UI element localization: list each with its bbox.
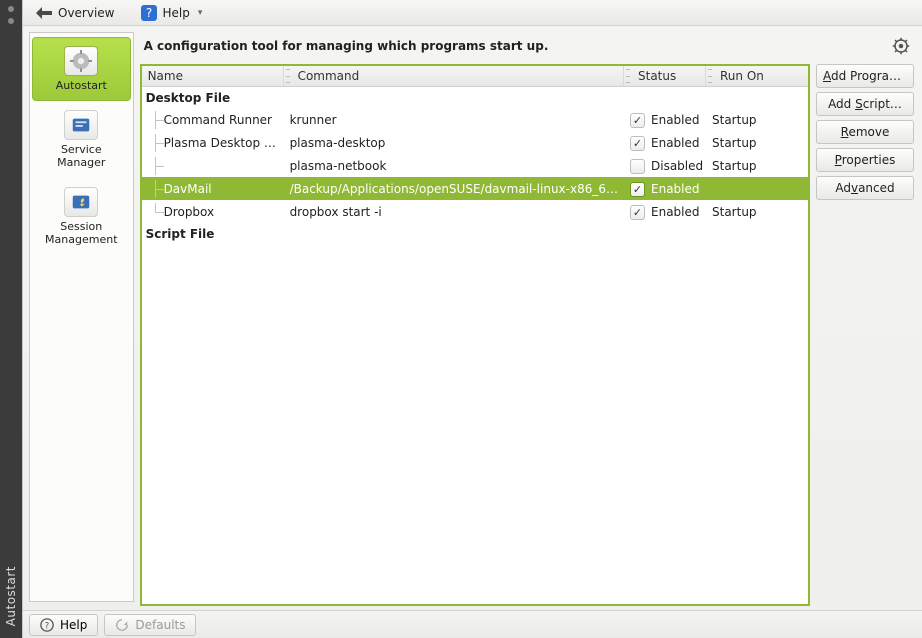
tree-branch-icon xyxy=(148,180,164,198)
help-bubble-icon: ? xyxy=(40,618,54,632)
help-label: Help xyxy=(163,6,190,20)
cell-name: Dropbox xyxy=(142,201,284,223)
cell-name: DavMail xyxy=(142,178,284,200)
cell-command: dropbox start -i xyxy=(284,203,624,221)
properties-button[interactable]: Properties xyxy=(816,148,914,172)
col-header-runon[interactable]: Run On xyxy=(706,66,808,86)
cell-command: plasma-netbook xyxy=(284,157,624,175)
remove-button[interactable]: Remove xyxy=(816,120,914,144)
rail-dot xyxy=(8,18,14,24)
sidebar-item-session-management[interactable]: Session Management xyxy=(33,179,130,254)
settings-gear-icon[interactable] xyxy=(892,37,910,55)
svg-text:?: ? xyxy=(45,621,50,631)
cell-command: krunner xyxy=(284,111,624,129)
cell-command: plasma-desktop xyxy=(284,134,624,152)
heading-row: A configuration tool for managing which … xyxy=(140,32,914,60)
help-button[interactable]: ? Help xyxy=(29,614,98,636)
col-header-command[interactable]: Command xyxy=(284,66,624,86)
chevron-down-icon: ▾ xyxy=(198,8,203,18)
table-section-header[interactable]: Desktop File xyxy=(142,87,808,108)
help-menu-button[interactable]: ? Help ▾ xyxy=(132,2,212,24)
overview-label: Overview xyxy=(58,6,115,20)
sidebar: Autostart Service Manager Session Manage… xyxy=(29,32,134,602)
cell-command: /Backup/Applications/openSUSE/davmail-li… xyxy=(284,180,624,198)
sidebar-item-label: Autostart xyxy=(56,79,107,92)
bottom-bar: ? Help Defaults xyxy=(23,610,922,638)
cell-status: ✓Enabled xyxy=(624,203,706,222)
table-header: Name Command Status Run On xyxy=(142,66,808,87)
add-script-button[interactable]: Add Script… xyxy=(816,92,914,116)
table-row[interactable]: Plasma Desktop W…plasma-desktop✓EnabledS… xyxy=(142,131,808,154)
rail-dot xyxy=(8,6,14,12)
cell-status: ✓Enabled xyxy=(624,134,706,153)
enabled-checkbox[interactable]: ✓ xyxy=(630,113,645,128)
wrench-icon xyxy=(64,187,98,217)
sidebar-item-label: Session Management xyxy=(37,220,126,246)
topbar: Overview ? Help ▾ xyxy=(23,0,922,26)
rail-title: Autostart xyxy=(4,566,18,626)
sidebar-item-label: Service Manager xyxy=(37,143,126,169)
page-heading: A configuration tool for managing which … xyxy=(144,39,549,53)
tree-branch-icon xyxy=(148,111,164,129)
defaults-button[interactable]: Defaults xyxy=(104,614,196,636)
overview-button[interactable]: Overview xyxy=(27,3,124,23)
back-arrow-icon xyxy=(36,7,52,19)
help-icon: ? xyxy=(141,5,157,21)
table-row[interactable]: DavMail/Backup/Applications/openSUSE/dav… xyxy=(142,177,808,200)
table-section-header[interactable]: Script File xyxy=(142,223,808,244)
action-buttons: Add Program… Add Script… Remove Properti… xyxy=(816,64,914,606)
cell-runon: Startup xyxy=(706,203,808,221)
table-row[interactable]: Command Runnerkrunner✓EnabledStartup xyxy=(142,108,808,131)
cell-name: Plasma Desktop W… xyxy=(142,132,284,154)
table-row[interactable]: Dropboxdropbox start -i✓EnabledStartup xyxy=(142,200,808,223)
reset-icon xyxy=(115,618,129,632)
cell-runon: Startup xyxy=(706,111,808,129)
cell-name: Command Runner xyxy=(142,109,284,131)
autostart-table[interactable]: Name Command Status Run On Desktop FileC… xyxy=(140,64,810,606)
enabled-checkbox[interactable]: ✓ xyxy=(630,136,645,151)
panel-body: Name Command Status Run On Desktop FileC… xyxy=(140,64,914,606)
advanced-button[interactable]: Advanced xyxy=(816,176,914,200)
window: Overview ? Help ▾ Autostart Servi xyxy=(22,0,922,638)
tree-branch-icon xyxy=(148,134,164,152)
add-program-button[interactable]: Add Program… xyxy=(816,64,914,88)
cell-status: ✓Enabled xyxy=(624,180,706,199)
col-header-status[interactable]: Status xyxy=(624,66,706,86)
tree-branch-icon xyxy=(148,157,164,175)
cell-runon: Startup xyxy=(706,157,808,175)
table-row[interactable]: plasma-netbookDisabledStartup xyxy=(142,154,808,177)
left-rail: Autostart xyxy=(0,0,22,638)
sidebar-item-autostart[interactable]: Autostart xyxy=(32,37,131,101)
enabled-checkbox[interactable]: ✓ xyxy=(630,205,645,220)
tree-branch-icon xyxy=(148,203,164,221)
gear-icon xyxy=(64,46,98,76)
main-panel: A configuration tool for managing which … xyxy=(140,32,916,606)
table-body: Desktop FileCommand Runnerkrunner✓Enable… xyxy=(142,87,808,604)
enabled-checkbox[interactable] xyxy=(630,159,645,174)
sidebar-item-service-manager[interactable]: Service Manager xyxy=(33,102,130,177)
service-icon xyxy=(64,110,98,140)
cell-status: ✓Enabled xyxy=(624,111,706,130)
svg-text:?: ? xyxy=(145,6,151,20)
cell-status: Disabled xyxy=(624,157,706,176)
enabled-checkbox[interactable]: ✓ xyxy=(630,182,645,197)
cell-runon: Startup xyxy=(706,134,808,152)
col-header-name[interactable]: Name xyxy=(142,66,284,86)
content-area: Autostart Service Manager Session Manage… xyxy=(23,26,922,606)
cell-runon xyxy=(706,187,808,191)
cell-name xyxy=(142,155,284,177)
